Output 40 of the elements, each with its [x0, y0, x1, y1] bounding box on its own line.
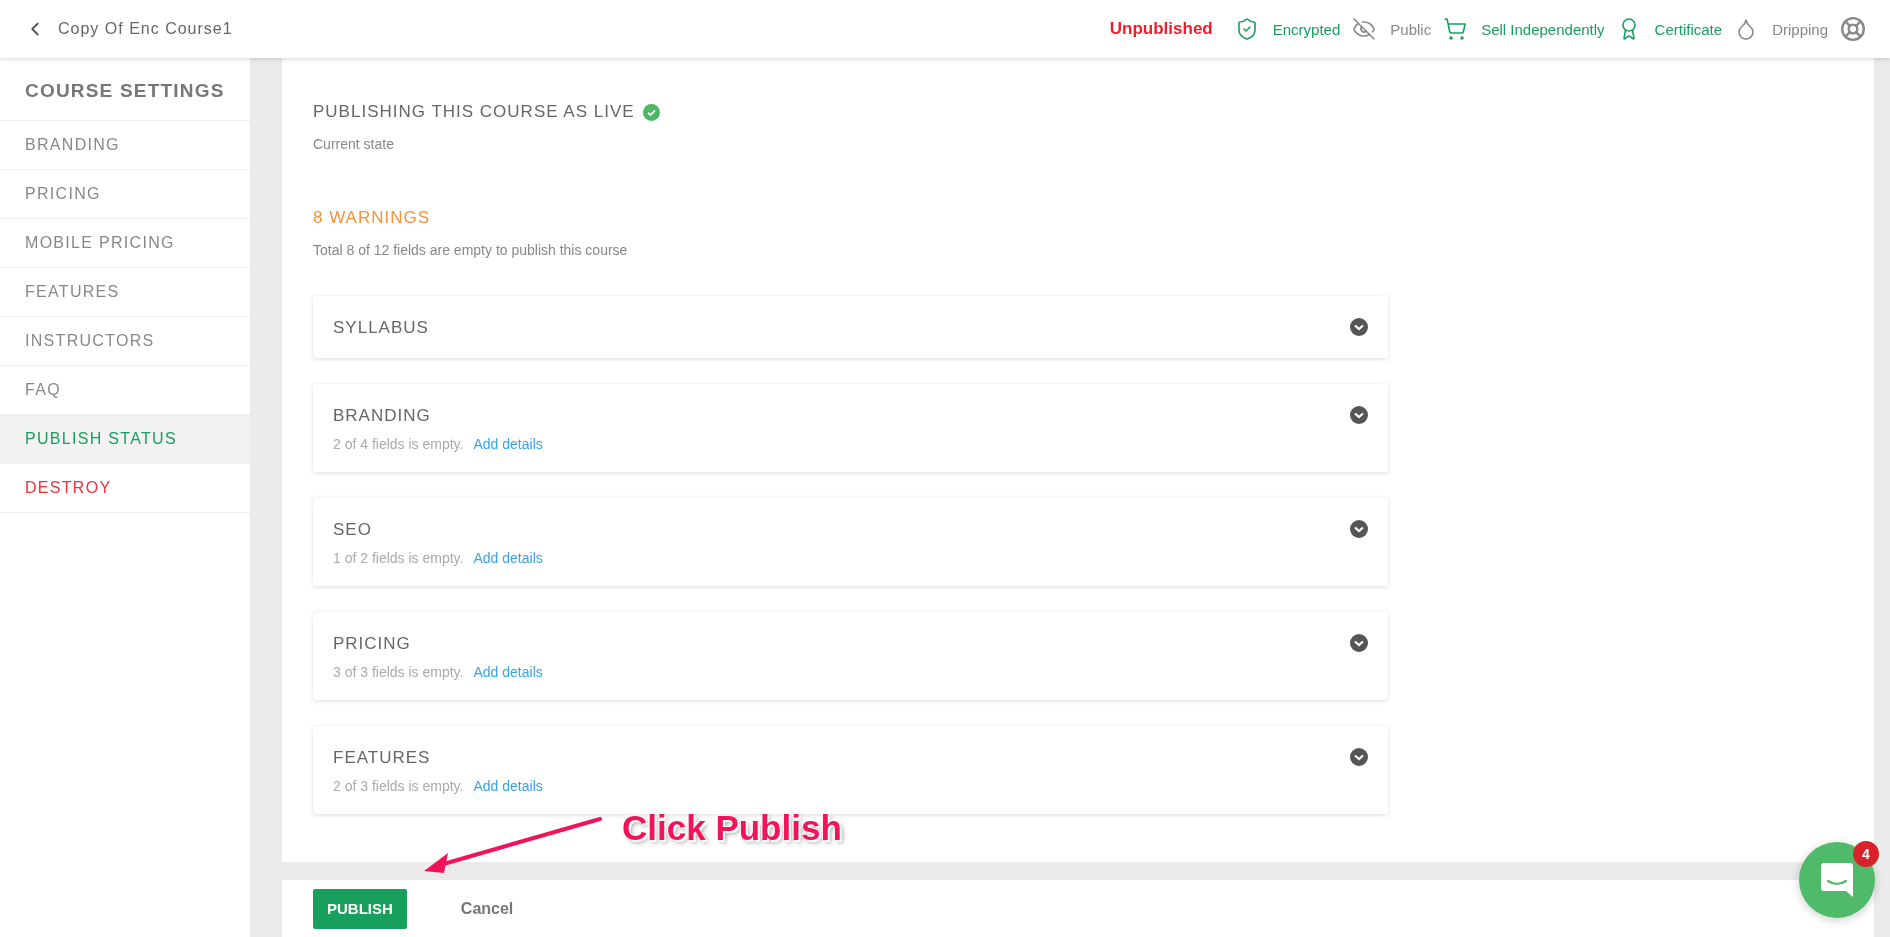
section-card[interactable]: SYLLABUS: [313, 296, 1388, 358]
notification-badge: 4: [1853, 841, 1879, 867]
add-details-link[interactable]: Add details: [473, 778, 543, 794]
status-label: Unpublished: [1109, 19, 1213, 39]
empty-fields-text: 2 of 3 fields is empty.: [333, 778, 464, 794]
empty-fields-text: 3 of 3 fields is empty.: [333, 664, 464, 680]
status-badge-label: Public: [1390, 20, 1432, 38]
empty-fields-text: 1 of 2 fields is empty.: [333, 550, 464, 566]
status-badge-label: Certificate: [1654, 20, 1723, 38]
help-icon[interactable]: [1840, 16, 1866, 42]
chevron-down-icon[interactable]: [1350, 520, 1368, 538]
section-card[interactable]: SEO 1 of 2 fields is empty. Add details: [313, 498, 1388, 586]
cancel-button[interactable]: Cancel: [454, 898, 520, 919]
status-badge-label: Dripping: [1772, 20, 1828, 38]
sidebar-item[interactable]: PUBLISH STATUS: [0, 415, 250, 464]
section-card[interactable]: PRICING 3 of 3 fields is empty. Add details: [313, 612, 1388, 700]
section-title: SYLLABUS: [333, 318, 430, 338]
add-details-link[interactable]: Add details: [473, 436, 543, 452]
chevron-down-icon[interactable]: [1350, 406, 1368, 424]
status-badge-label: Encrypted: [1272, 20, 1341, 38]
section-title: PRICING: [333, 634, 412, 654]
warnings-heading: 8 WARNINGS: [313, 208, 431, 227]
section-card[interactable]: FEATURES 2 of 3 fields is empty. Add details: [313, 726, 1388, 814]
add-details-link[interactable]: Add details: [473, 664, 543, 680]
chevron-down-icon[interactable]: [1350, 318, 1368, 336]
current-state-caption: Current state: [313, 136, 395, 152]
section-title: FEATURES: [333, 748, 432, 768]
status-badge-label: Sell Independently: [1481, 20, 1605, 38]
empty-fields-text: 2 of 4 fields is empty.: [333, 436, 464, 452]
section-title: SEO: [333, 520, 373, 540]
chevron-down-icon[interactable]: [1350, 748, 1368, 766]
add-details-link[interactable]: Add details: [473, 550, 543, 566]
warnings-caption: Total 8 of 12 fields are empty to publish this course: [313, 242, 629, 258]
section-heading: PUBLISHING THIS COURSE AS LIVE: [313, 102, 635, 122]
chevron-down-icon[interactable]: [1350, 634, 1368, 652]
section-card[interactable]: BRANDING 2 of 4 fields is empty. Add details: [313, 384, 1388, 472]
publish-button[interactable]: PUBLISH: [313, 888, 407, 929]
chat-icon: [1821, 863, 1853, 897]
section-title: BRANDING: [333, 406, 432, 426]
course-title: Copy Of Enc Course1: [58, 20, 233, 38]
